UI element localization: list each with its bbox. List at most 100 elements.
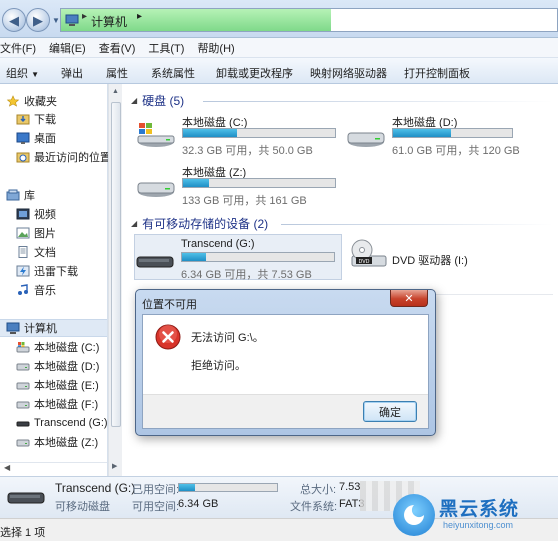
nav-videos[interactable]: 视频 bbox=[16, 205, 56, 223]
dialog-footer: 确定 bbox=[143, 394, 428, 428]
dialog-close-button[interactable]: ✕ bbox=[390, 290, 428, 307]
nav-drive-f[interactable]: 本地磁盘 (F:) bbox=[16, 395, 98, 413]
system-properties-button[interactable]: 系统属性 bbox=[151, 65, 195, 81]
scroll-up-icon[interactable]: ▲ bbox=[112, 88, 119, 95]
scrollbar-thumb[interactable] bbox=[111, 102, 121, 427]
nav-recent-places[interactable]: 最近访问的位置 bbox=[16, 148, 111, 166]
hard-drive-icon bbox=[16, 363, 30, 371]
windows-drive-icon bbox=[16, 342, 30, 353]
nav-recent-label: 最近访问的位置 bbox=[34, 152, 111, 164]
forward-button[interactable]: ▶ bbox=[26, 8, 50, 32]
drive-d-usage-fill bbox=[393, 129, 452, 137]
documents-icon bbox=[18, 246, 28, 258]
dialog-title: 位置不可用 bbox=[142, 299, 197, 311]
nav-computer[interactable]: 计算机 bbox=[0, 319, 107, 337]
drive-z-usage-fill bbox=[183, 179, 209, 187]
nav-videos-label: 视频 bbox=[34, 209, 56, 221]
nav-drive-d[interactable]: 本地磁盘 (D:) bbox=[16, 357, 99, 375]
scroll-left-icon[interactable]: ◀ bbox=[4, 463, 10, 472]
breadcrumb-computer[interactable]: 计算机 bbox=[91, 13, 127, 30]
hard-drive-icon bbox=[137, 182, 175, 197]
drive-d-size: 61.0 GB 可用，共 120 GB bbox=[392, 145, 520, 157]
menu-tools[interactable]: 工具(T) bbox=[148, 40, 190, 56]
uninstall-program-button[interactable]: 卸载或更改程序 bbox=[216, 65, 293, 81]
nav-libraries-label: 库 bbox=[24, 190, 35, 202]
drive-g-tile[interactable]: Transcend (G:) 6.34 GB 可用，共 7.53 GB bbox=[134, 234, 342, 281]
breadcrumb-chevron-icon[interactable]: ▸ bbox=[137, 11, 142, 22]
nav-drive-g[interactable]: Transcend (G:) bbox=[16, 414, 108, 432]
nav-computer-label: 计算机 bbox=[24, 323, 57, 335]
nav-favorites[interactable]: 收藏夹 bbox=[6, 92, 57, 110]
hard-drive-icon bbox=[16, 382, 30, 390]
nav-drive-c[interactable]: 本地磁盘 (C:) bbox=[16, 338, 99, 356]
menu-edit[interactable]: 编辑(E) bbox=[49, 40, 92, 56]
nav-thunder-downloads[interactable]: 迅雷下载 bbox=[16, 262, 78, 280]
nav-drive-e[interactable]: 本地磁盘 (E:) bbox=[16, 376, 99, 394]
group-divider bbox=[281, 224, 553, 225]
ok-button-label: 确定 bbox=[379, 406, 401, 419]
nav-music[interactable]: 音乐 bbox=[16, 281, 56, 299]
drive-z-size: 133 GB 可用，共 161 GB bbox=[182, 195, 307, 207]
menu-view[interactable]: 查看(V) bbox=[99, 40, 142, 56]
nav-desktop[interactable]: 桌面 bbox=[16, 129, 56, 147]
nav-drive-f-label: 本地磁盘 (F:) bbox=[34, 399, 99, 411]
nav-documents[interactable]: 文档 bbox=[16, 243, 56, 261]
music-note-icon bbox=[18, 284, 28, 295]
nav-vertical-scrollbar[interactable]: ▲ ▶ bbox=[108, 84, 122, 476]
organize-button[interactable]: 组织 ▼ bbox=[6, 65, 39, 81]
drive-c-usage-fill bbox=[183, 129, 237, 137]
error-icon bbox=[155, 324, 181, 350]
video-icon bbox=[16, 208, 30, 220]
nav-hscroll[interactable]: ◀ bbox=[0, 462, 107, 476]
scroll-right-icon[interactable]: ▶ bbox=[112, 462, 117, 470]
thunder-download-icon bbox=[16, 265, 30, 277]
drive-dvd-tile[interactable]: DVD DVD 驱动器 (I:) bbox=[348, 236, 548, 280]
dropdown-arrow-icon: ▼ bbox=[31, 70, 39, 79]
details-used-label: 已用空间: bbox=[132, 484, 180, 496]
nav-desktop-label: 桌面 bbox=[34, 133, 56, 145]
drive-z-tile[interactable]: 本地磁盘 (Z:) 133 GB 可用，共 161 GB bbox=[136, 164, 346, 208]
details-free-value: 6.34 GB bbox=[178, 498, 219, 510]
hard-drive-icon bbox=[16, 439, 30, 447]
properties-button[interactable]: 属性 bbox=[106, 65, 128, 81]
nav-pictures[interactable]: 图片 bbox=[16, 224, 56, 242]
details-type: 可移动磁盘 bbox=[55, 501, 110, 513]
details-total-label: 总大小: bbox=[300, 484, 337, 496]
eject-button[interactable]: 弹出 bbox=[61, 65, 83, 81]
usb-drive-icon bbox=[16, 421, 30, 427]
drive-d-tile[interactable]: 本地磁盘 (D:) 61.0 GB 可用，共 120 GB bbox=[346, 114, 556, 158]
nav-downloads[interactable]: 下载 bbox=[16, 110, 56, 128]
computer-icon bbox=[65, 14, 79, 26]
open-control-panel-button[interactable]: 打开控制面板 bbox=[404, 65, 470, 81]
nav-drive-d-label: 本地磁盘 (D:) bbox=[34, 361, 100, 373]
menu-file[interactable]: 文件(F) bbox=[0, 40, 42, 56]
desktop-icon bbox=[16, 132, 30, 144]
back-button[interactable]: ◀ bbox=[2, 8, 26, 32]
nav-drive-z[interactable]: 本地磁盘 (Z:) bbox=[16, 433, 98, 451]
drive-g-name: Transcend (G:) bbox=[181, 238, 255, 250]
dialog-message: 无法访问 G:\。 bbox=[191, 332, 264, 344]
hard-drive-icon bbox=[16, 401, 30, 409]
menu-help[interactable]: 帮助(H) bbox=[197, 40, 240, 56]
nav-drive-c-label: 本地磁盘 (C:) bbox=[34, 342, 100, 354]
map-network-drive-button[interactable]: 映射网络驱动器 bbox=[310, 65, 387, 81]
nav-music-label: 音乐 bbox=[34, 285, 56, 297]
watermark-url: heiyunxitong.com bbox=[443, 520, 514, 530]
nav-documents-label: 文档 bbox=[34, 247, 56, 259]
dialog-body: 无法访问 G:\。 拒绝访问。 确定 bbox=[142, 314, 429, 429]
pictures-icon bbox=[16, 227, 30, 239]
group-hard-disks[interactable]: ◢ 硬盘 (5) bbox=[131, 92, 184, 109]
collapse-triangle-icon[interactable]: ◢ bbox=[131, 219, 137, 228]
group-removable[interactable]: ◢ 有可移动存储的设备 (2) bbox=[131, 215, 268, 232]
collapse-triangle-icon[interactable]: ◢ bbox=[131, 96, 137, 105]
address-input[interactable]: ▸ 计算机 ▸ bbox=[60, 8, 558, 32]
nav-libraries[interactable]: 库 bbox=[6, 186, 35, 204]
nav-downloads-label: 下载 bbox=[34, 114, 56, 126]
nav-favorites-label: 收藏夹 bbox=[24, 96, 57, 108]
ok-button[interactable]: 确定 bbox=[363, 401, 417, 422]
drive-c-tile[interactable]: 本地磁盘 (C:) 32.3 GB 可用，共 50.0 GB bbox=[136, 114, 346, 158]
watermark-logo: 黑云系统 heiyunxitong.com bbox=[393, 492, 553, 538]
history-dropdown-icon[interactable]: ▼ bbox=[52, 16, 60, 25]
dialog-detail: 拒绝访问。 bbox=[191, 360, 246, 372]
windows-drive-icon bbox=[137, 123, 175, 147]
